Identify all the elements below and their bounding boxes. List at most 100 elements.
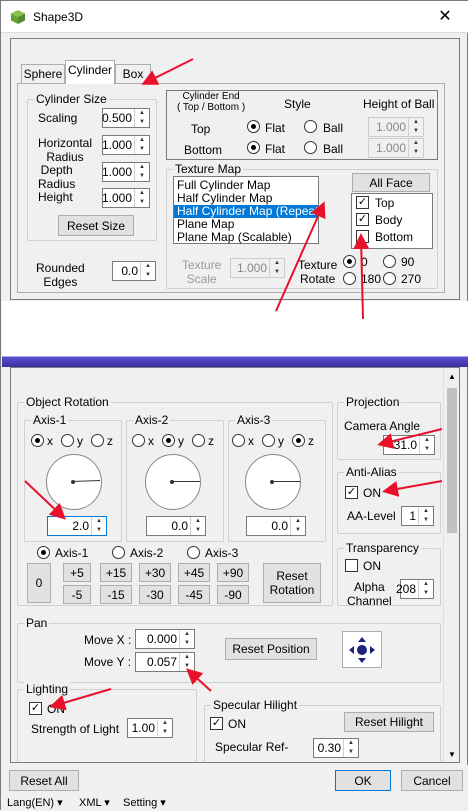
scrollbar-thumb[interactable] <box>447 388 457 533</box>
spin-arrows-icon[interactable]: ▲ ▼ <box>418 507 433 525</box>
cancel-button[interactable]: Cancel <box>401 770 463 791</box>
axis2-input[interactable]: 0.0 ▲ ▼ <box>146 516 206 536</box>
tab-sphere[interactable]: Sphere <box>21 64 65 84</box>
specular-ref-input[interactable]: 0.30 ▲ ▼ <box>313 738 359 758</box>
reset-position-button[interactable]: Reset Position <box>225 638 317 660</box>
step-minus45-button[interactable]: -45 <box>178 585 210 604</box>
rounded-edges-input[interactable]: 0.0 ▲ ▼ <box>112 261 156 281</box>
bottom-flat-radio[interactable] <box>247 141 260 154</box>
spin-arrows-icon[interactable]: ▲ ▼ <box>134 109 149 127</box>
rotation-zero-button[interactable]: 0 <box>27 563 51 603</box>
scroll-up-icon[interactable]: ▲ <box>448 372 456 381</box>
axis2-x-radio[interactable] <box>132 434 145 447</box>
axis1-dial[interactable] <box>46 454 102 510</box>
texture-map-list[interactable]: Full Cylinder Map Half Cylinder Map Half… <box>173 176 322 244</box>
move-x-input[interactable]: 0.000 ▲ ▼ <box>135 629 195 649</box>
tab-cylinder[interactable]: Cylinder <box>65 60 115 84</box>
bottom-height-input[interactable]: 1.000 ▲ ▼ <box>368 138 424 158</box>
spin-arrows-icon[interactable]: ▲ ▼ <box>290 517 305 535</box>
step-plus30-button[interactable]: +30 <box>139 563 171 582</box>
spin-arrows-icon[interactable]: ▲ ▼ <box>408 118 423 136</box>
step-plus5-button[interactable]: +5 <box>63 563 91 582</box>
menu-lang[interactable]: Lang(EN) ▾ <box>7 796 63 810</box>
select-axis3-radio[interactable] <box>187 546 200 559</box>
spin-arrows-icon[interactable]: ▲ ▼ <box>134 189 149 207</box>
face-body-checkbox[interactable]: ✓ <box>356 213 369 226</box>
axis3-dial[interactable] <box>245 454 301 510</box>
spin-arrows-icon[interactable]: ▲ ▼ <box>134 163 149 181</box>
step-plus15-button[interactable]: +15 <box>100 563 132 582</box>
spin-arrows-icon[interactable]: ▲ ▼ <box>408 139 423 157</box>
spin-arrows-icon[interactable]: ▲ ▼ <box>190 517 205 535</box>
anti-alias-checkbox[interactable]: ✓ <box>345 486 358 499</box>
axis2-z-radio[interactable] <box>192 434 205 447</box>
rotate-180-radio[interactable] <box>343 272 356 285</box>
alpha-channel-input[interactable]: 208 ▲ ▼ <box>396 579 434 599</box>
spin-arrows-icon[interactable]: ▲ ▼ <box>418 580 433 598</box>
specular-checkbox[interactable]: ✓ <box>210 717 223 730</box>
spin-arrows-icon[interactable]: ▲ ▼ <box>140 262 155 280</box>
rotate-270-radio[interactable] <box>383 272 396 285</box>
top-flat-radio[interactable] <box>247 120 260 133</box>
texture-scale-input[interactable]: 1.000 ▲ ▼ <box>230 258 285 278</box>
ok-button[interactable]: OK <box>335 770 391 791</box>
top-height-input[interactable]: 1.000 ▲ ▼ <box>368 117 424 137</box>
strength-input[interactable]: 1.00 ▲ ▼ <box>127 718 173 738</box>
lighting-checkbox[interactable]: ✓ <box>29 702 42 715</box>
menu-setting[interactable]: Setting ▾ <box>123 796 166 810</box>
axis3-x-radio[interactable] <box>232 434 245 447</box>
aa-level-input[interactable]: 1 ▲ ▼ <box>401 506 434 526</box>
scaling-input[interactable]: 0.500 ▲ ▼ <box>102 108 150 128</box>
spin-arrows-icon[interactable]: ▲ ▼ <box>134 136 149 154</box>
height-input[interactable]: 1.000 ▲ ▼ <box>102 188 150 208</box>
face-top-checkbox[interactable]: ✓ <box>356 196 369 209</box>
top-ball-radio[interactable] <box>304 120 317 133</box>
all-face-button[interactable]: All Face <box>352 173 430 192</box>
axis1-input[interactable]: 2.0 ▲ ▼ <box>47 516 107 536</box>
reset-rotation-button[interactable]: Reset Rotation <box>263 563 321 603</box>
close-button[interactable]: ✕ <box>421 1 468 33</box>
tab-box[interactable]: Box <box>115 64 151 84</box>
axis3-z-radio[interactable] <box>292 434 305 447</box>
select-axis2-radio[interactable] <box>112 546 125 559</box>
axis3-y-radio[interactable] <box>262 434 275 447</box>
step-minus5-button[interactable]: -5 <box>63 585 91 604</box>
spin-arrows-icon[interactable]: ▲ ▼ <box>91 517 106 535</box>
rotate-0-radio[interactable] <box>343 255 356 268</box>
spin-arrows-icon[interactable]: ▲ ▼ <box>269 259 284 277</box>
camera-angle-input[interactable]: 31.0 ▲ ▼ <box>383 435 435 455</box>
axis1-x-radio[interactable] <box>31 434 44 447</box>
axis2-dial[interactable] <box>145 454 201 510</box>
spin-arrows-icon[interactable]: ▲ ▼ <box>179 653 194 671</box>
step-plus45-button[interactable]: +45 <box>178 563 210 582</box>
axis1-y-radio[interactable] <box>61 434 74 447</box>
axis3-input[interactable]: 0.0 ▲ ▼ <box>246 516 306 536</box>
vertical-scrollbar[interactable]: ▲ ▼ <box>443 368 459 762</box>
dradius-input[interactable]: 1.000 ▲ ▼ <box>102 162 150 182</box>
step-minus15-button[interactable]: -15 <box>100 585 132 604</box>
bottom-ball-radio[interactable] <box>304 141 317 154</box>
select-axis1-radio[interactable] <box>37 546 50 559</box>
hradius-input[interactable]: 1.000 ▲ ▼ <box>102 135 150 155</box>
menu-xml[interactable]: XML ▾ <box>79 796 110 810</box>
axis1-z-radio[interactable] <box>91 434 104 447</box>
spin-arrows-icon[interactable]: ▲ ▼ <box>419 436 434 454</box>
rotate-90-radio[interactable] <box>383 255 396 268</box>
spin-arrows-icon[interactable]: ▲ ▼ <box>157 719 172 737</box>
face-bottom-checkbox[interactable] <box>356 230 369 243</box>
list-item[interactable]: Plane Map (Scalable) <box>174 231 318 244</box>
move-y-input[interactable]: 0.057 ▲ ▼ <box>135 652 195 672</box>
scroll-down-icon[interactable]: ▼ <box>448 750 456 759</box>
reset-size-button[interactable]: Reset Size <box>58 215 134 236</box>
reset-all-button[interactable]: Reset All <box>9 770 79 791</box>
axis1-title: Axis-1 <box>31 413 69 427</box>
axis2-y-radio[interactable] <box>162 434 175 447</box>
transparency-checkbox[interactable] <box>345 559 358 572</box>
pan-direction-pad[interactable] <box>342 631 382 668</box>
step-minus90-button[interactable]: -90 <box>217 585 249 604</box>
step-plus90-button[interactable]: +90 <box>217 563 249 582</box>
reset-hilight-button[interactable]: Reset Hilight <box>344 712 434 732</box>
spin-arrows-icon[interactable]: ▲ ▼ <box>343 739 358 757</box>
spin-arrows-icon[interactable]: ▲ ▼ <box>179 630 194 648</box>
step-minus30-button[interactable]: -30 <box>139 585 171 604</box>
